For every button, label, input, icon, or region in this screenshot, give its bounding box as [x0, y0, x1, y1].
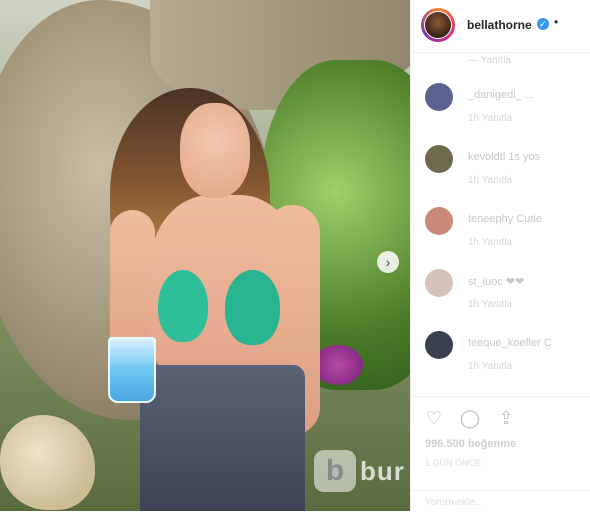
comment-list: — Yanıtla _danigedi_ ... 1h Yanıtla kevo…	[411, 55, 590, 372]
blue-cup	[108, 337, 156, 403]
watermark: b bur	[314, 450, 405, 492]
comment-item: teeque_koefler C 1h Yanıtla	[411, 303, 590, 372]
denim-shorts	[140, 365, 305, 511]
comment-bubble-icon[interactable]: ◯	[459, 407, 481, 429]
add-comment-bar: Yorum ekle...	[411, 490, 590, 512]
post-side-panel: bellathorne ✓ • — Yanıtla _danigedi_ ...…	[410, 0, 590, 511]
next-arrow-icon[interactable]: ›	[377, 251, 399, 273]
watermark-text: bur	[360, 455, 405, 486]
commenter-avatar[interactable]	[425, 207, 453, 235]
rock	[0, 415, 95, 510]
comment-text[interactable]: teneephy Cutie	[468, 213, 542, 225]
username-link[interactable]: bellathorne	[467, 18, 532, 32]
bikini-top-left	[158, 270, 208, 342]
post-date: 1 GÜN ÖNCE	[425, 458, 482, 468]
bikini-top-right	[225, 270, 280, 345]
like-heart-icon[interactable]: ♡	[423, 407, 445, 429]
comment-item: teneephy Cutie 1h Yanıtla	[411, 179, 590, 248]
comment-reply-link[interactable]: 1h Yanıtla	[468, 361, 512, 372]
likes-count[interactable]: 996.500 beğenme	[425, 438, 516, 450]
comment-item: st_iuoc ❤❤ 1h Yanıtla	[411, 241, 590, 310]
commenter-avatar[interactable]	[425, 145, 453, 173]
share-icon[interactable]: ⇪	[495, 407, 517, 429]
verified-badge-icon: ✓	[537, 18, 549, 30]
post-header: bellathorne ✓ •	[411, 0, 590, 53]
commenter-avatar[interactable]	[425, 83, 453, 111]
avatar-image	[424, 11, 452, 39]
comment-text[interactable]: kevoldtl 1s yos	[468, 151, 540, 163]
comment-item: kevoldtl 1s yos 1h Yanıtla	[411, 117, 590, 186]
commenter-avatar[interactable]	[425, 269, 453, 297]
post-photo: › b bur	[0, 0, 410, 511]
watermark-logo: b	[314, 450, 356, 492]
comment-text[interactable]: teeque_koefler C	[468, 337, 552, 349]
flowers	[313, 345, 363, 385]
comment-input[interactable]: Yorum ekle...	[425, 497, 483, 508]
commenter-avatar[interactable]	[425, 331, 453, 359]
person-face	[180, 103, 250, 198]
comment-item: _danigedi_ ... 1h Yanıtla	[411, 55, 590, 124]
comment-text[interactable]: st_iuoc ❤❤	[468, 275, 524, 288]
post-actions: ♡ ◯ ⇪	[411, 396, 590, 437]
more-options-icon[interactable]: •	[554, 15, 558, 29]
comment-text[interactable]: _danigedi_ ...	[468, 89, 534, 101]
profile-avatar[interactable]	[421, 8, 455, 42]
